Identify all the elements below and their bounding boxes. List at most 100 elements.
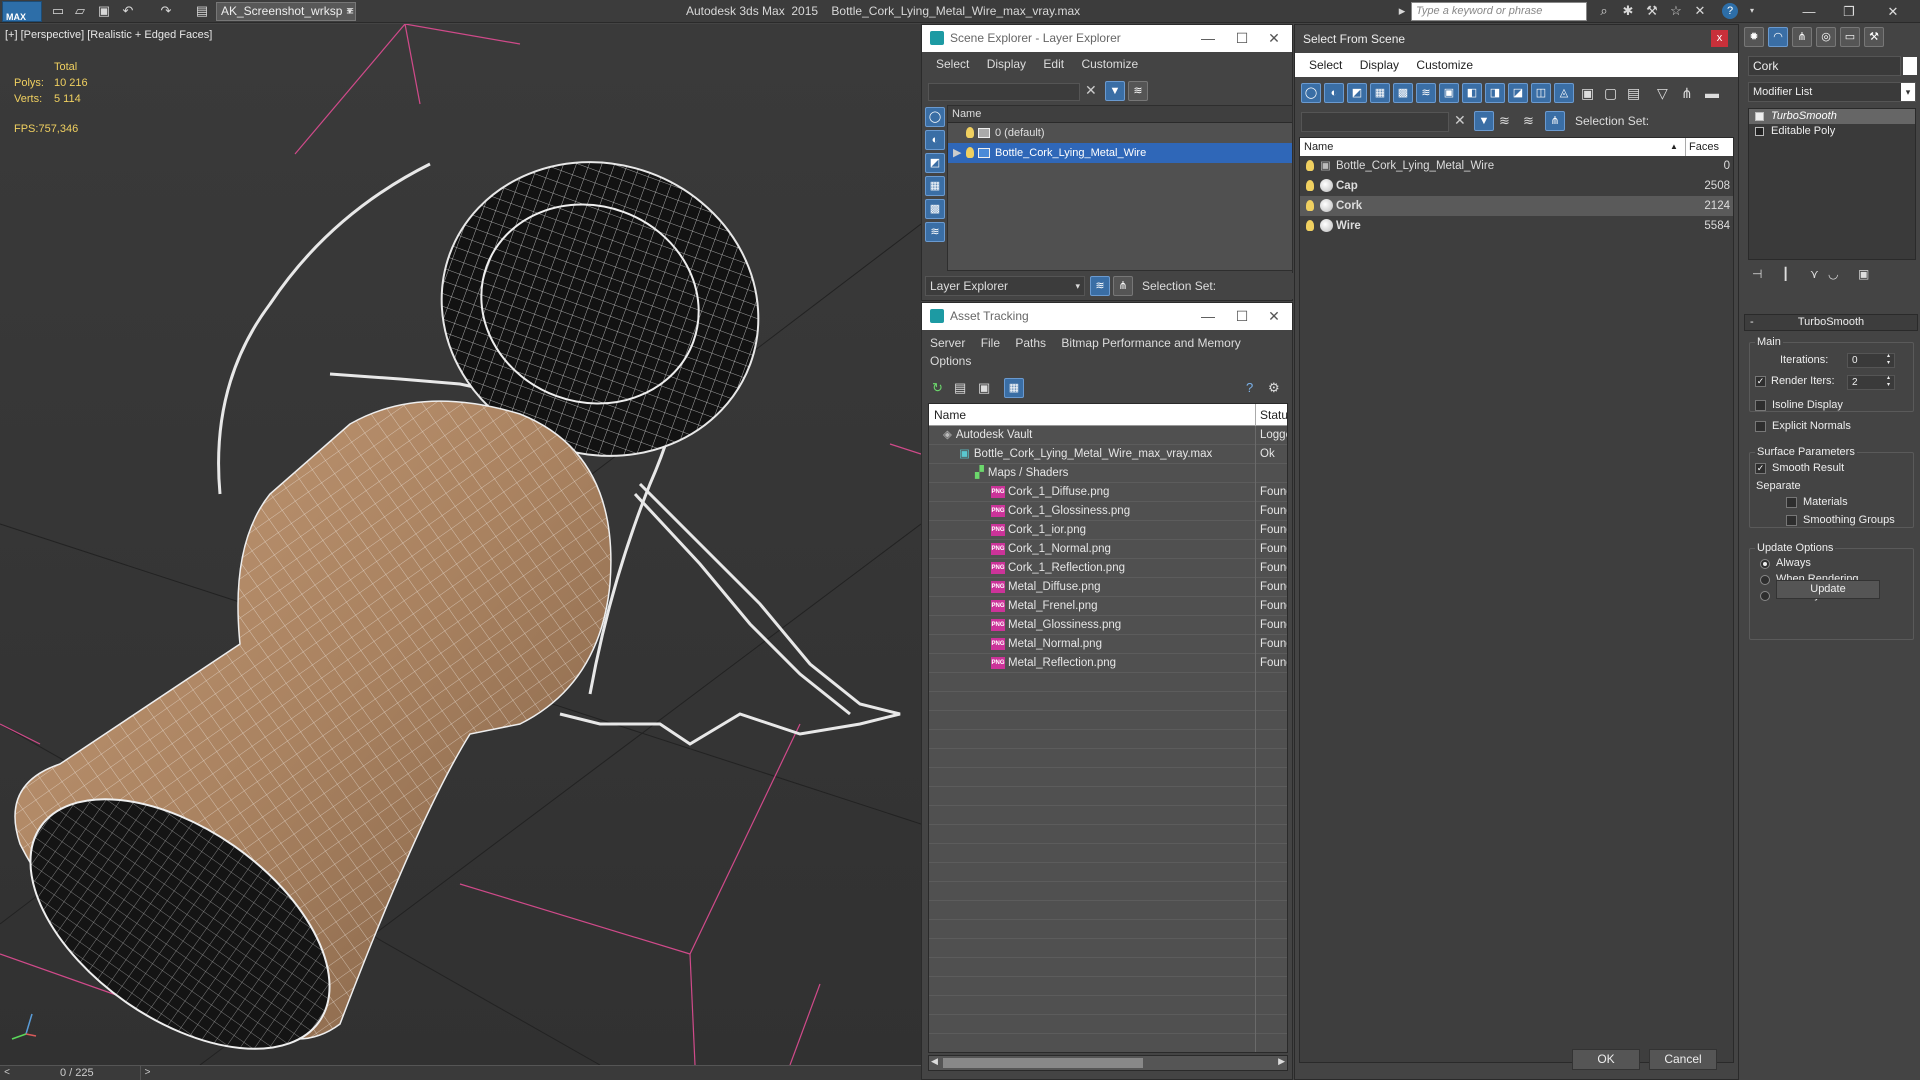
redo-icon[interactable]: ↷ [158,3,174,19]
filter-options-icon[interactable]: ≋ [1499,113,1510,129]
se-find-input[interactable] [928,83,1080,101]
layers-icon[interactable]: ≋ [1523,113,1534,129]
manually-radio[interactable] [1760,591,1770,601]
app-logo[interactable]: MAX [2,1,42,22]
layer-row[interactable]: 0 (default) [948,123,1292,143]
expand-arrow-icon[interactable]: ▶ [953,143,961,163]
asset-row[interactable]: PNGCork_1_Reflection.png Found [929,559,1287,578]
layer-tree-header[interactable]: Name [948,106,1292,123]
sfs-close-button[interactable]: x [1711,30,1728,47]
display-spacewarps-icon[interactable]: ≋ [1416,83,1436,103]
display-shapes-icon[interactable]: ◩ [925,153,945,173]
keyword-search-input[interactable]: Type a keyword or phrase [1411,2,1587,21]
settings-icon[interactable]: ⚙ [1268,380,1280,396]
display-bones-icon[interactable]: ◨ [1485,83,1505,103]
display-geometry-icon[interactable]: ◐ [925,130,945,150]
sfs-col-faces[interactable]: Faces [1685,138,1733,156]
layer-mode-icon[interactable]: ≋ [1090,276,1110,296]
configure-sets-icon[interactable]: ▣ [1858,267,1869,281]
exchange-icon[interactable]: ✕ [1692,3,1708,19]
new-file-icon[interactable]: ▭ [50,3,66,19]
update-button[interactable]: Update [1776,580,1880,599]
explicit-normals-checkbox[interactable] [1755,421,1766,432]
hierarchy-mode-icon[interactable]: ⋔ [1113,276,1133,296]
tab-motion[interactable]: ◎ [1816,27,1836,47]
display-groups-icon[interactable]: ▣ [1439,83,1459,103]
asset-tracking-titlebar[interactable]: Asset Tracking — ☐ ✕ [922,303,1292,330]
asset-row[interactable]: PNGMetal_Glossiness.png Found [929,616,1287,635]
ok-button[interactable]: OK [1572,1049,1640,1070]
at-menu-file[interactable]: File [981,336,1000,350]
asset-row[interactable]: PNGCork_1_Glossiness.png Found [929,502,1287,521]
tab-modify[interactable]: ◠ [1768,27,1788,47]
sfs-object-row[interactable]: Cap 2508 [1300,176,1733,196]
close-icon[interactable]: ✕ [1260,303,1288,330]
se-menu-display[interactable]: Display [987,57,1026,71]
object-name-field[interactable]: Cork [1748,56,1901,76]
sfs-menu-customize[interactable]: Customize [1416,58,1473,72]
isoline-display-checkbox[interactable] [1755,400,1766,411]
asset-row[interactable]: PNGMetal_Diffuse.png Found [929,578,1287,597]
asset-row[interactable]: PNGCork_1_ior.png Found [929,521,1287,540]
scene-explorer-titlebar[interactable]: Scene Explorer - Layer Explorer — ☐ ✕ [922,25,1292,52]
asset-row[interactable]: PNGCork_1_Diffuse.png Found [929,483,1287,502]
display-geometry-icon[interactable]: ◯ [1301,83,1321,103]
open-file-icon[interactable]: ▱ [72,3,88,19]
visibility-bulb-icon[interactable] [1306,160,1314,171]
perspective-viewport[interactable]: [+] [Perspective] [Realistic + Edged Fac… [0,24,921,1065]
sort-ascending-icon[interactable]: ▲ [1670,138,1678,156]
layer-visibility-icon[interactable] [966,127,974,138]
time-slider[interactable]: < 0 / 225 > [0,1065,921,1080]
maximize-icon[interactable]: ☐ [1228,25,1256,52]
sfs-object-row[interactable]: ▣ Bottle_Cork_Lying_Metal_Wire 0 [1300,156,1733,176]
asset-row[interactable]: PNGMetal_Normal.png Found [929,635,1287,654]
project-folder-icon[interactable]: ▤ [194,3,210,19]
close-icon[interactable]: ✕ [1880,2,1906,21]
visibility-bulb-icon[interactable] [1306,180,1314,191]
modifier-list-dropdown[interactable]: Modifier List [1748,82,1916,102]
scroll-right-icon[interactable]: ▶ [1278,1056,1285,1067]
se-menu-customize[interactable]: Customize [1081,57,1138,71]
thumbnail-view-icon[interactable]: ▣ [978,380,990,396]
asset-row[interactable]: PNGCork_1_Normal.png Found [929,540,1287,559]
scroll-left-icon[interactable]: ◀ [931,1056,938,1067]
subscription-icon[interactable]: ⚒ [1644,3,1660,19]
at-menu-server[interactable]: Server [930,336,965,350]
sfs-col-name[interactable]: Name [1304,138,1333,156]
cancel-button[interactable]: Cancel [1649,1049,1717,1070]
tab-display[interactable]: ▭ [1840,27,1860,47]
restore-icon[interactable]: ❐ [1836,2,1862,21]
display-containers-icon[interactable]: ◪ [1508,83,1528,103]
menu-icon[interactable]: ≡ [342,3,358,19]
remove-modifier-icon[interactable]: ◡ [1828,267,1838,281]
help-dropdown-icon[interactable]: ▾ [1744,3,1760,19]
time-next-button[interactable]: > [140,1066,154,1080]
minimize-icon[interactable]: — [1194,303,1222,330]
stack-toggle-icon[interactable] [1755,112,1764,121]
undo-icon[interactable]: ↶ [120,3,136,19]
tab-create[interactable]: ✹ [1744,27,1764,47]
display-shapes-icon[interactable]: ◐ [1324,83,1344,103]
display-xrefs-icon[interactable]: ◧ [1462,83,1482,103]
sfs-menu-select[interactable]: Select [1309,58,1342,72]
at-menu-options[interactable]: Options [930,354,971,368]
refresh-icon[interactable]: ↻ [932,380,943,396]
hierarchy-mode-icon[interactable]: ⋔ [1545,111,1565,131]
tab-utilities[interactable]: ⚒ [1864,27,1884,47]
display-lights-icon[interactable]: ◩ [1347,83,1367,103]
display-hidden-icon[interactable]: ◬ [1554,83,1574,103]
visibility-bulb-icon[interactable] [1306,220,1314,231]
iterations-spinner[interactable]: 0 [1847,353,1895,368]
turbosmooth-rollout-header[interactable]: TurboSmooth [1744,314,1918,331]
visibility-bulb-icon[interactable] [1306,200,1314,211]
display-helpers-icon[interactable]: ▩ [1393,83,1413,103]
display-layers-icon[interactable]: ≋ [925,222,945,242]
maximize-icon[interactable]: ☐ [1228,303,1256,330]
at-menu-paths[interactable]: Paths [1015,336,1046,350]
save-file-icon[interactable]: ▣ [96,3,112,19]
asset-row[interactable]: ▞ Maps / Shaders [929,464,1287,483]
stack-item-turbosmooth[interactable]: TurboSmooth [1749,109,1915,124]
collapse-icon[interactable]: ▬ [1705,85,1719,101]
asset-row[interactable]: PNGMetal_Reflection.png Found [929,654,1287,673]
favorites-star-icon[interactable]: ☆ [1668,3,1684,19]
